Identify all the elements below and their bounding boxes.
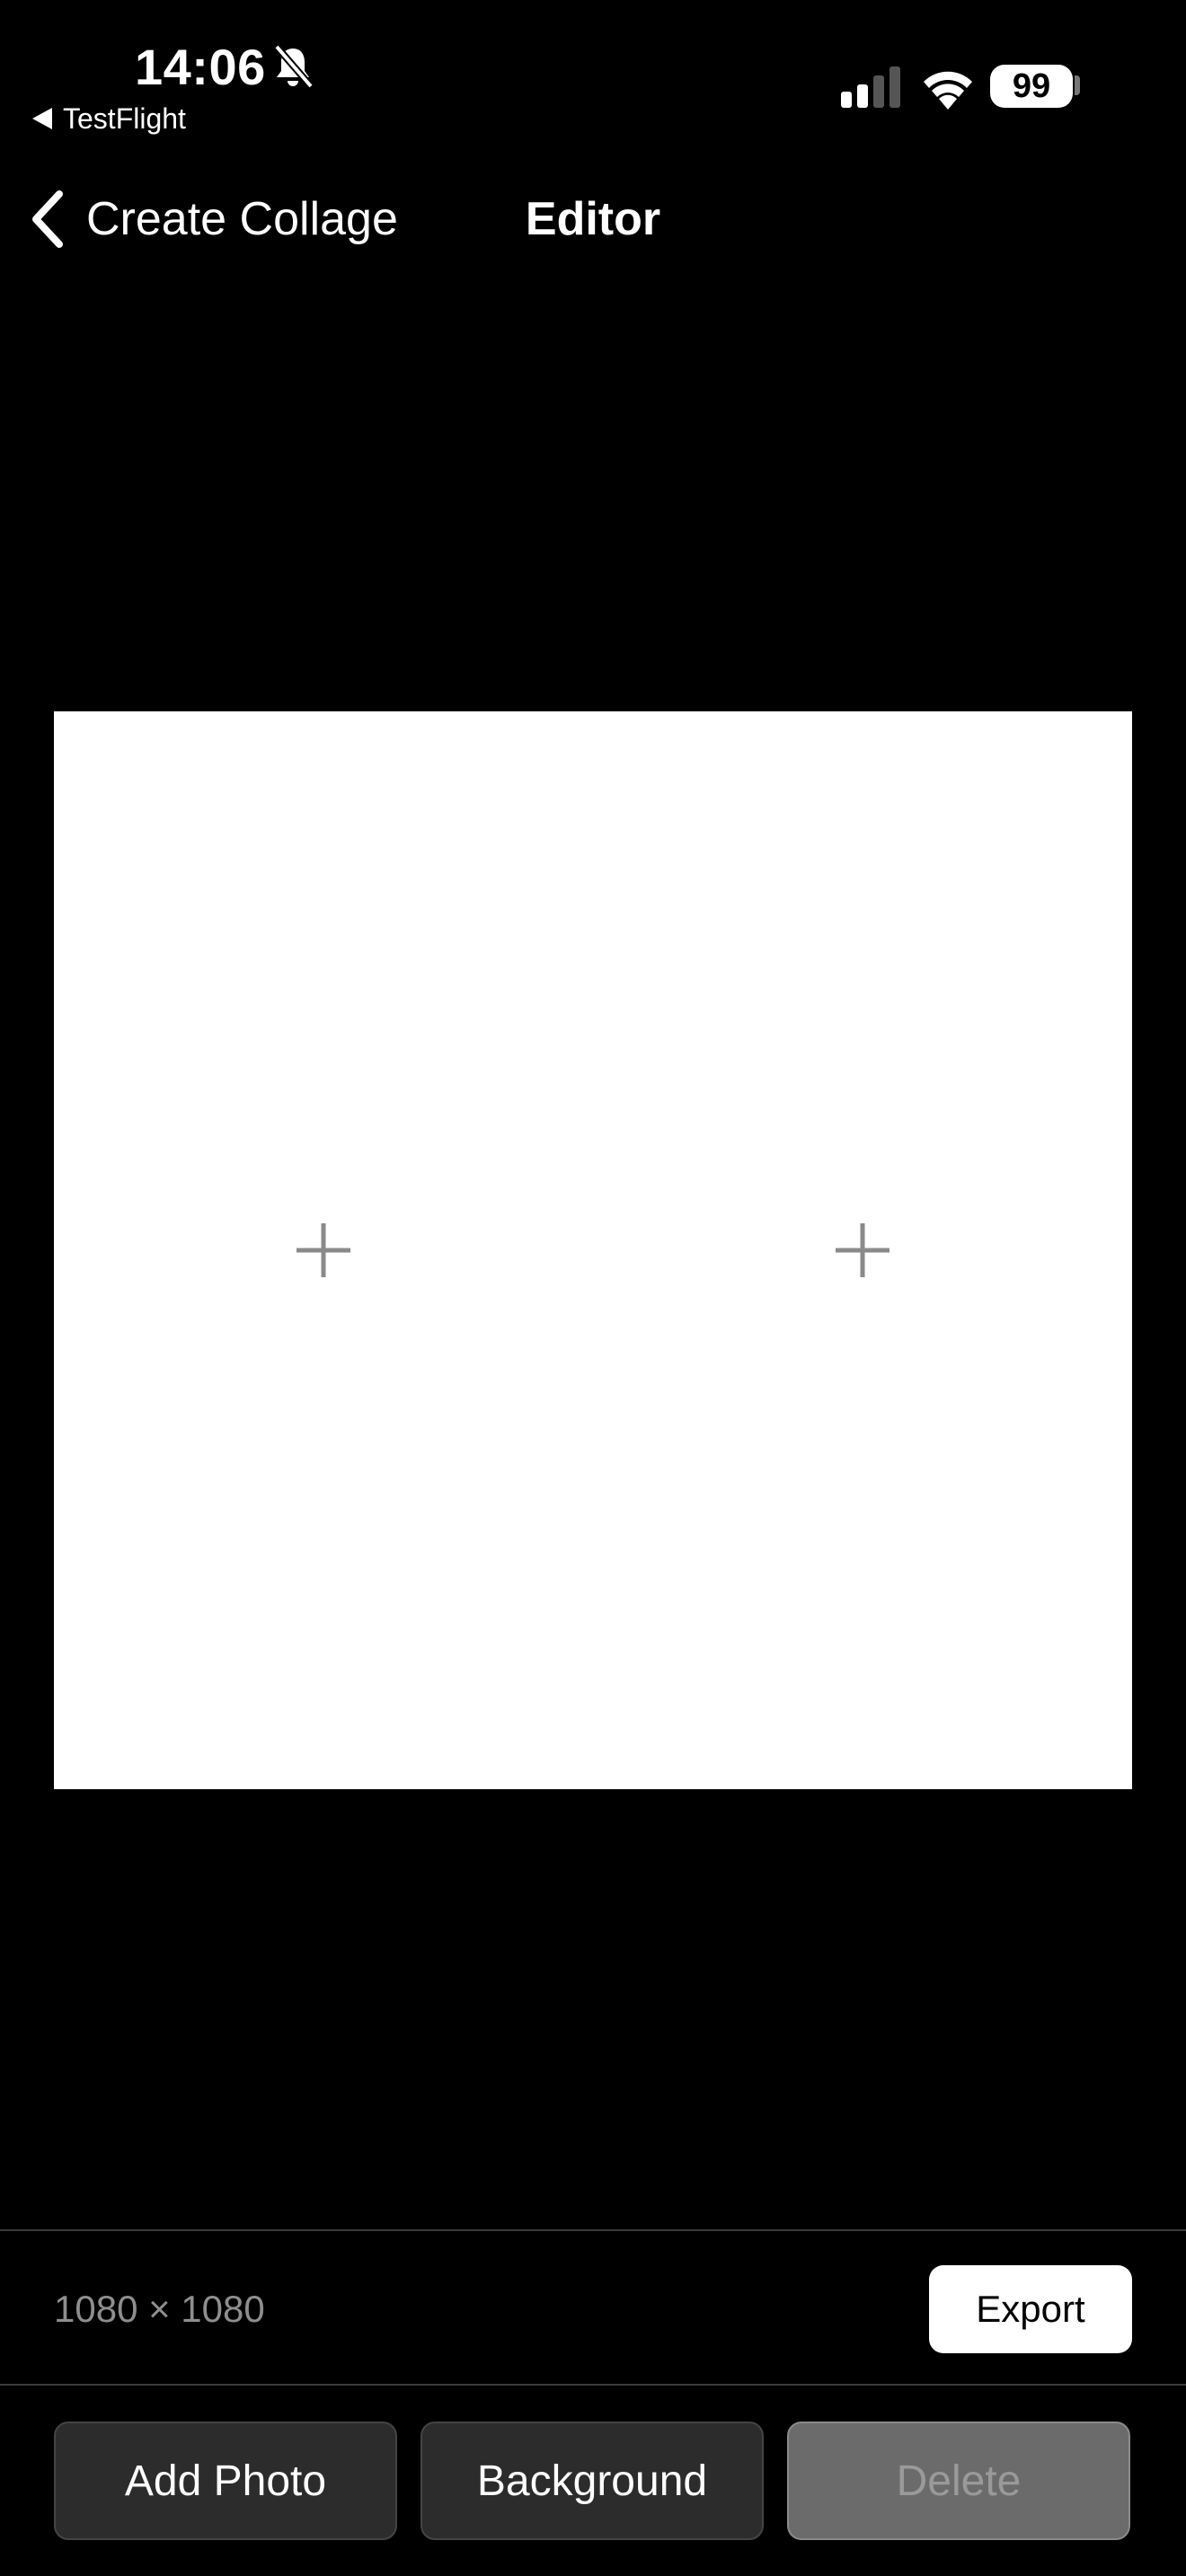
delete-button[interactable]: Delete (787, 2422, 1130, 2540)
divider-top (0, 2229, 1186, 2231)
back-to-testflight[interactable]: TestFlight (32, 101, 186, 137)
back-triangle-icon (32, 108, 52, 129)
canvas-dimensions: 1080 × 1080 (54, 2288, 265, 2330)
add-photo-button[interactable]: Add Photo (54, 2422, 397, 2540)
signal-icon (841, 66, 900, 108)
battery-indicator: 99 (990, 65, 1073, 108)
bell-slash-icon (273, 44, 314, 89)
plus-icon (296, 1223, 350, 1277)
divider-bottom (0, 2384, 1186, 2386)
back-button-label: Create Collage (86, 193, 398, 245)
battery-tip (1075, 75, 1080, 95)
wifi-icon (924, 71, 972, 110)
plus-icon (836, 1223, 890, 1277)
export-button[interactable]: Export (929, 2265, 1132, 2353)
background-button[interactable]: Background (420, 2422, 764, 2540)
photo-slot-left[interactable] (54, 711, 593, 1789)
back-app-label: TestFlight (63, 102, 186, 135)
status-time: 14:06 (135, 39, 266, 95)
collage-canvas (54, 711, 1132, 1789)
photo-slot-right[interactable] (593, 711, 1132, 1789)
chevron-left-icon (32, 190, 63, 248)
back-button[interactable]: Create Collage (29, 185, 398, 253)
battery-level: 99 (1012, 67, 1051, 105)
